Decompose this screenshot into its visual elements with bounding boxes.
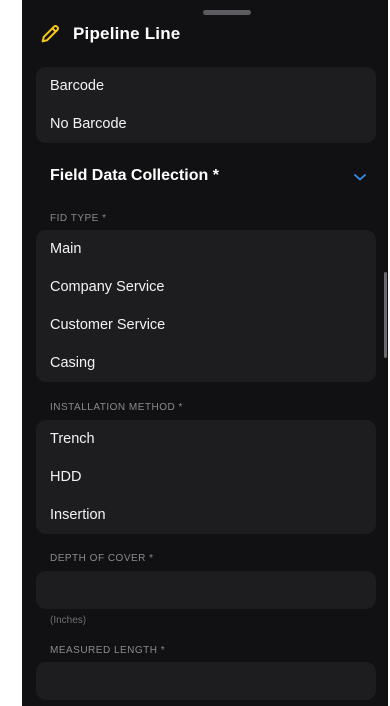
sheet-title: Pipeline Line [73,24,181,43]
option-no-barcode[interactable]: No Barcode [36,105,376,143]
depth-of-cover-label: DEPTH OF COVER * [50,553,154,564]
option-customer-service[interactable]: Customer Service [36,306,376,344]
installation-method-label: INSTALLATION METHOD * [50,402,183,413]
option-casing[interactable]: Casing [36,344,376,382]
pencil-icon [38,22,62,46]
depth-of-cover-input[interactable] [36,571,376,609]
sheet-grabber[interactable] [203,10,251,15]
option-barcode[interactable]: Barcode [36,67,376,105]
option-main[interactable]: Main [36,230,376,268]
option-trench[interactable]: Trench [36,420,376,458]
sheet-header: Pipeline Line [38,20,180,48]
option-company-service[interactable]: Company Service [36,268,376,306]
clipped-section-label [50,47,53,59]
fid-type-label: FID TYPE * [50,213,107,224]
bottom-sheet: Pipeline Line Barcode No Barcode Field D… [22,0,388,706]
depth-of-cover-hint: (Inches) [50,615,87,626]
option-insertion[interactable]: Insertion [36,496,376,534]
barcode-options: Barcode No Barcode [36,67,376,143]
option-hdd[interactable]: HDD [36,458,376,496]
installation-method-options: Trench HDD Insertion [36,420,376,534]
section-title-field-data-collection[interactable]: Field Data Collection * [50,167,219,185]
chevron-down-icon[interactable] [353,172,367,182]
measured-length-input[interactable] [36,662,376,700]
measured-length-label: MEASURED LENGTH * [50,645,166,656]
fid-type-options: Main Company Service Customer Service Ca… [36,230,376,382]
scrollbar[interactable] [384,272,387,358]
